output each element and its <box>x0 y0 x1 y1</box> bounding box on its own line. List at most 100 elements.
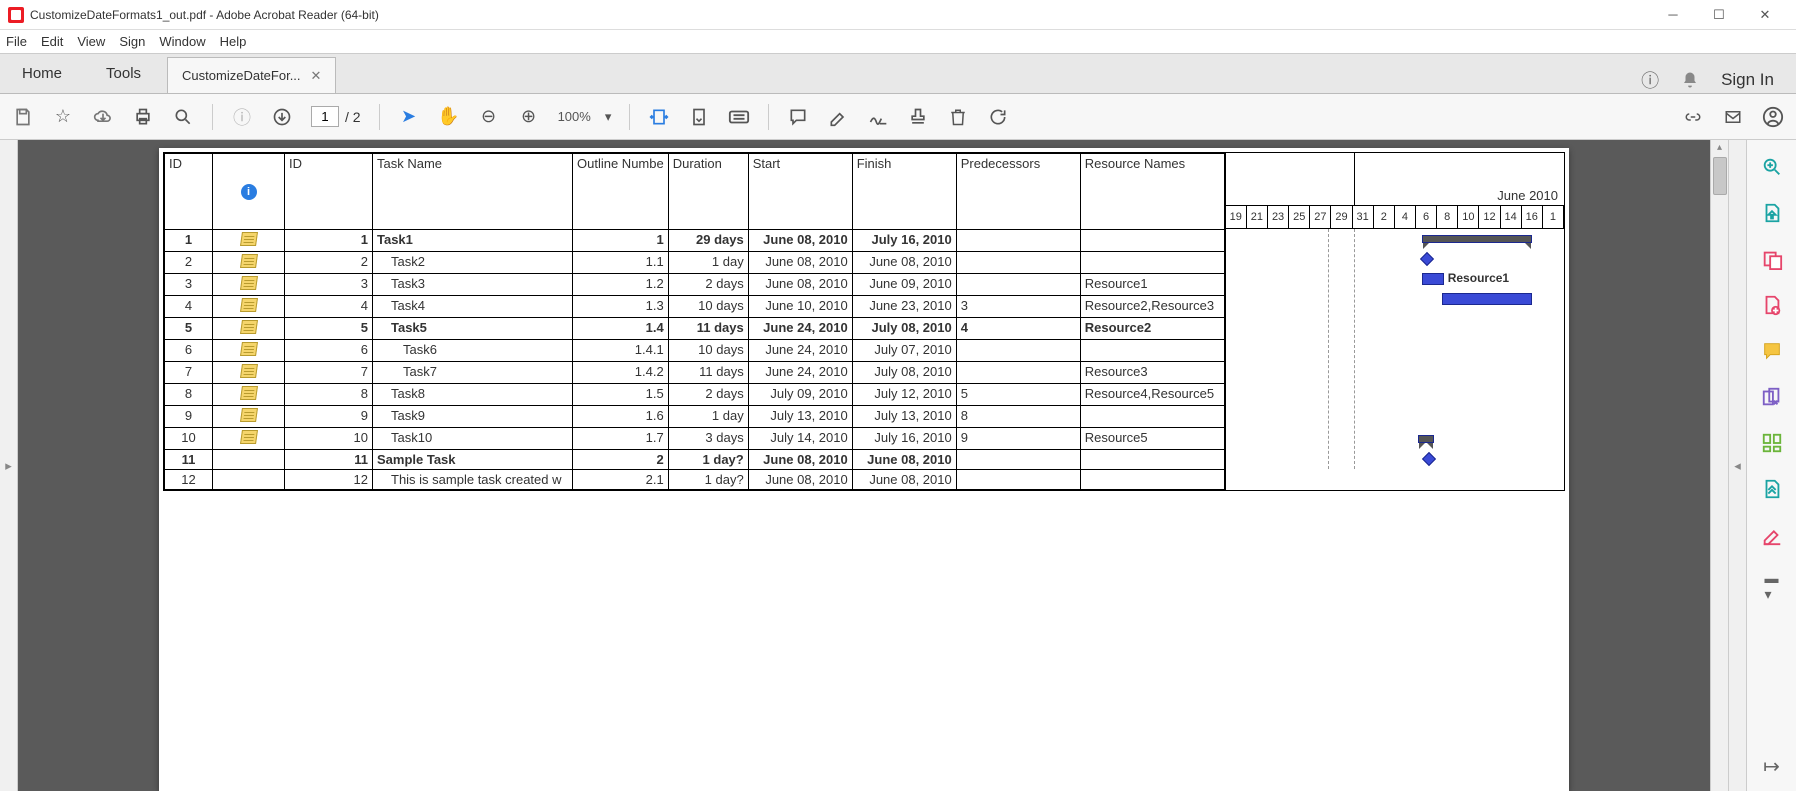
gantt-chart: June 2010 192123252729312468101214161 Re… <box>1225 153 1564 490</box>
link-icon[interactable] <box>1682 106 1704 128</box>
timeline-day: 23 <box>1268 206 1289 228</box>
note-icon <box>240 408 258 422</box>
save-icon[interactable] <box>12 106 34 128</box>
cell: June 08, 2010 <box>748 470 852 490</box>
cell: Task9 <box>373 406 573 428</box>
cell <box>213 340 285 362</box>
right-pane-handle[interactable]: ◂ <box>1728 140 1746 791</box>
vertical-scrollbar[interactable]: ▴ <box>1710 140 1728 791</box>
print-icon[interactable] <box>132 106 154 128</box>
trash-icon[interactable] <box>947 106 969 128</box>
cell: 7 <box>165 362 213 384</box>
cell: 1.3 <box>573 296 669 318</box>
bell-icon[interactable] <box>1681 71 1699 89</box>
timeline-day: 12 <box>1479 206 1500 228</box>
search-icon[interactable] <box>172 106 194 128</box>
cell: 6 <box>285 340 373 362</box>
col-header: Resource Names <box>1080 154 1224 230</box>
tab-home[interactable]: Home <box>0 53 84 93</box>
minimize-button[interactable]: ─ <box>1650 0 1696 30</box>
menu-help[interactable]: Help <box>220 34 247 49</box>
star-icon[interactable]: ☆ <box>52 106 74 128</box>
sign-in-button[interactable]: Sign In <box>1721 70 1774 90</box>
table-row: 1010Task101.73 daysJuly 14, 2010July 16,… <box>165 428 1225 450</box>
cell: June 08, 2010 <box>748 274 852 296</box>
menu-file[interactable]: File <box>6 34 27 49</box>
zoom-value[interactable]: 100% <box>558 109 591 124</box>
tools-pane: ▬▾ ↦ <box>1746 140 1796 791</box>
table-row: 11Task1129 daysJune 08, 2010July 16, 201… <box>165 230 1225 252</box>
edit-pdf-icon[interactable] <box>1761 248 1783 270</box>
export-pdf-icon[interactable] <box>1761 202 1783 224</box>
menu-view[interactable]: View <box>77 34 105 49</box>
cell: 2 <box>165 252 213 274</box>
cell: Task10 <box>373 428 573 450</box>
cell: Sample Task <box>373 450 573 470</box>
comment-tool-icon[interactable] <box>1761 340 1783 362</box>
sign-icon[interactable] <box>867 106 889 128</box>
hand-tool-icon[interactable]: ✋ <box>438 106 460 128</box>
document-area[interactable]: IDiIDTask NameOutline NumbeDurationStart… <box>18 140 1710 791</box>
cell: 9 <box>956 428 1080 450</box>
table-row: 1111Sample Task21 day?June 08, 2010June … <box>165 450 1225 470</box>
compress-icon[interactable] <box>1761 478 1783 500</box>
highlight-icon[interactable] <box>827 106 849 128</box>
maximize-button[interactable]: ☐ <box>1696 0 1742 30</box>
cell: 5 <box>165 318 213 340</box>
cell: June 08, 2010 <box>748 450 852 470</box>
redact-icon[interactable] <box>1761 524 1783 546</box>
cell: June 08, 2010 <box>852 450 956 470</box>
help-icon[interactable]: ⓘ <box>1641 67 1659 93</box>
collapse-pane-icon[interactable]: ↦ <box>1763 754 1780 779</box>
table-row: 77Task71.4.211 daysJune 24, 2010July 08,… <box>165 362 1225 384</box>
page-number-input[interactable] <box>311 106 339 127</box>
fit-page-icon[interactable] <box>688 106 710 128</box>
menu-sign[interactable]: Sign <box>119 34 145 49</box>
tab-tools[interactable]: Tools <box>84 53 163 93</box>
cell: 1.7 <box>573 428 669 450</box>
menu-edit[interactable]: Edit <box>41 34 63 49</box>
scrollbar-thumb[interactable] <box>1713 157 1727 195</box>
menu-window[interactable]: Window <box>159 34 205 49</box>
timeline-day: 1 <box>1543 206 1564 228</box>
account-icon[interactable] <box>1762 106 1784 128</box>
pdf-page: IDiIDTask NameOutline NumbeDurationStart… <box>159 148 1569 791</box>
zoom-out-icon[interactable]: ⊖ <box>478 106 500 128</box>
zoom-in-icon[interactable]: ⊕ <box>518 106 540 128</box>
select-tool-icon[interactable]: ➤ <box>398 106 420 128</box>
cell: 8 <box>956 406 1080 428</box>
close-button[interactable]: ✕ <box>1742 0 1788 30</box>
read-mode-icon[interactable] <box>728 106 750 128</box>
page-up-icon[interactable]: ⓘ <box>231 106 253 128</box>
tab-close-icon[interactable]: ✕ <box>311 68 322 84</box>
zoom-tool-icon[interactable] <box>1761 156 1783 178</box>
table-row: 88Task81.52 daysJuly 09, 2010July 12, 20… <box>165 384 1225 406</box>
cell: 2 <box>573 450 669 470</box>
create-pdf-icon[interactable] <box>1761 294 1783 316</box>
rotate-icon[interactable] <box>987 106 1009 128</box>
fit-width-icon[interactable] <box>648 106 670 128</box>
cell: July 08, 2010 <box>852 318 956 340</box>
more-tools-icon[interactable]: ▬▾ <box>1765 570 1779 603</box>
note-icon <box>240 232 258 246</box>
tab-document-label: CustomizeDateFor... <box>182 68 301 83</box>
cell: June 08, 2010 <box>852 252 956 274</box>
cell: 9 <box>165 406 213 428</box>
tab-document[interactable]: CustomizeDateFor... ✕ <box>167 57 336 93</box>
timeline-day: 29 <box>1331 206 1352 228</box>
left-pane-handle[interactable]: ▸ <box>0 140 18 791</box>
cloud-icon[interactable] <box>92 106 114 128</box>
cell: 11 <box>285 450 373 470</box>
organize-icon[interactable] <box>1761 432 1783 454</box>
combine-icon[interactable] <box>1761 386 1783 408</box>
stamp-icon[interactable] <box>907 106 929 128</box>
page-down-icon[interactable] <box>271 106 293 128</box>
zoom-dropdown-icon[interactable]: ▾ <box>605 109 612 125</box>
comment-icon[interactable] <box>787 106 809 128</box>
cell <box>213 274 285 296</box>
mail-icon[interactable] <box>1722 106 1744 128</box>
table-row: 44Task41.310 daysJune 10, 2010June 23, 2… <box>165 296 1225 318</box>
cell: 4 <box>165 296 213 318</box>
cell <box>956 274 1080 296</box>
cell <box>213 450 285 470</box>
